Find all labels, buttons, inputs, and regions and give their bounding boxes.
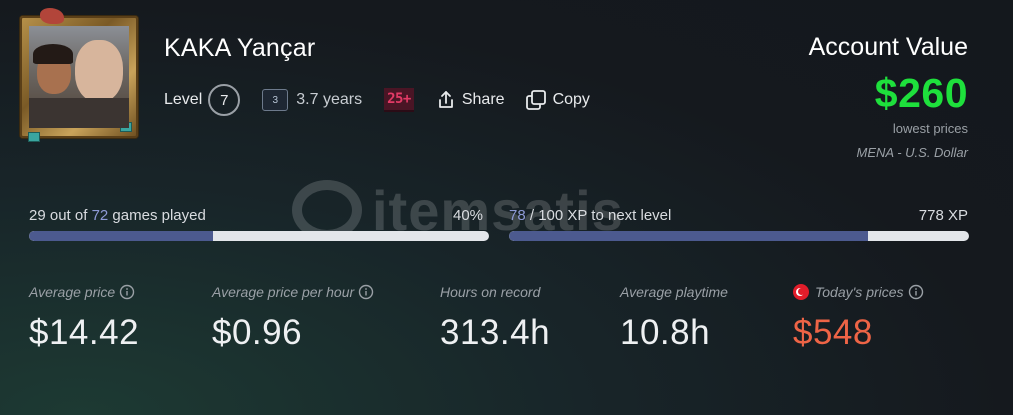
info-icon[interactable] bbox=[119, 284, 135, 300]
games-played-label: 29 out of 72 games played bbox=[29, 207, 206, 224]
stat-value: $0.96 bbox=[212, 313, 303, 352]
profile-name: KAKA Yançar bbox=[164, 34, 316, 62]
avatar[interactable] bbox=[20, 8, 138, 142]
stat-label: Today's prices bbox=[815, 284, 904, 300]
copy-label: Copy bbox=[552, 91, 590, 108]
xp-total: 778 XP bbox=[918, 207, 968, 224]
xp-current: 78 bbox=[509, 207, 526, 224]
years-badge: 3 bbox=[262, 89, 289, 111]
stat-value: 313.4h bbox=[440, 313, 551, 352]
xp-progress-fill bbox=[509, 231, 868, 241]
games-progress-bar bbox=[29, 231, 489, 241]
account-value-note: lowest prices bbox=[892, 121, 968, 136]
profile-meta-row: Level 7 3 3.7 years 25+ Share Copy bbox=[164, 84, 610, 116]
copy-button[interactable]: Copy bbox=[525, 89, 590, 111]
stat-average-price-per-hour: Average price per hour $0.96 bbox=[212, 283, 374, 353]
games-played-suffix: games played bbox=[112, 207, 206, 224]
stat-label: Hours on record bbox=[440, 284, 541, 300]
copy-icon bbox=[525, 90, 546, 110]
avatar-image bbox=[29, 26, 129, 128]
games-out-of-text: out of bbox=[49, 207, 88, 224]
frame-gem bbox=[28, 132, 40, 142]
years-of-service: 3.7 years bbox=[296, 91, 363, 108]
account-region: MENA - U.S. Dollar bbox=[856, 145, 968, 160]
account-value-title: Account Value bbox=[808, 33, 968, 61]
xp-progress-bar bbox=[509, 231, 969, 241]
info-icon[interactable] bbox=[358, 284, 374, 300]
frame-dragon-ornament bbox=[40, 8, 64, 24]
share-button[interactable]: Share bbox=[436, 90, 505, 110]
stat-value: $548 bbox=[793, 313, 873, 352]
info-icon[interactable] bbox=[908, 284, 924, 300]
stat-average-playtime: Average playtime 10.8h bbox=[620, 283, 728, 353]
games-played-count: 29 bbox=[29, 207, 46, 224]
stat-value: $14.42 bbox=[29, 313, 140, 352]
turkey-flag-icon bbox=[793, 284, 809, 300]
level-label: Level bbox=[164, 91, 203, 108]
share-icon bbox=[438, 91, 453, 108]
level-badge: 7 bbox=[208, 84, 241, 116]
games-total-count: 72 bbox=[91, 207, 109, 224]
xp-rest: / 100 XP to next level bbox=[529, 207, 672, 224]
stat-label: Average playtime bbox=[620, 284, 728, 300]
profile-page: KAKA Yançar Level 7 3 3.7 years 25+ Shar… bbox=[0, 0, 1013, 415]
stat-todays-prices: Today's prices $548 bbox=[793, 283, 924, 353]
games-percent: 40% bbox=[453, 207, 484, 224]
xp-label: 78 / 100 XP to next level bbox=[509, 207, 671, 224]
share-label: Share bbox=[461, 91, 505, 108]
stat-hours-on-record: Hours on record 313.4h bbox=[440, 283, 550, 353]
stat-average-price: Average price $14.42 bbox=[29, 283, 139, 353]
age-rating-badge: 25+ bbox=[384, 88, 414, 112]
games-progress-fill bbox=[29, 231, 213, 241]
stat-label: Average price per hour bbox=[212, 284, 355, 300]
stat-label: Average price bbox=[29, 284, 116, 300]
account-value: $260 bbox=[874, 70, 968, 116]
stat-value: 10.8h bbox=[620, 313, 711, 352]
